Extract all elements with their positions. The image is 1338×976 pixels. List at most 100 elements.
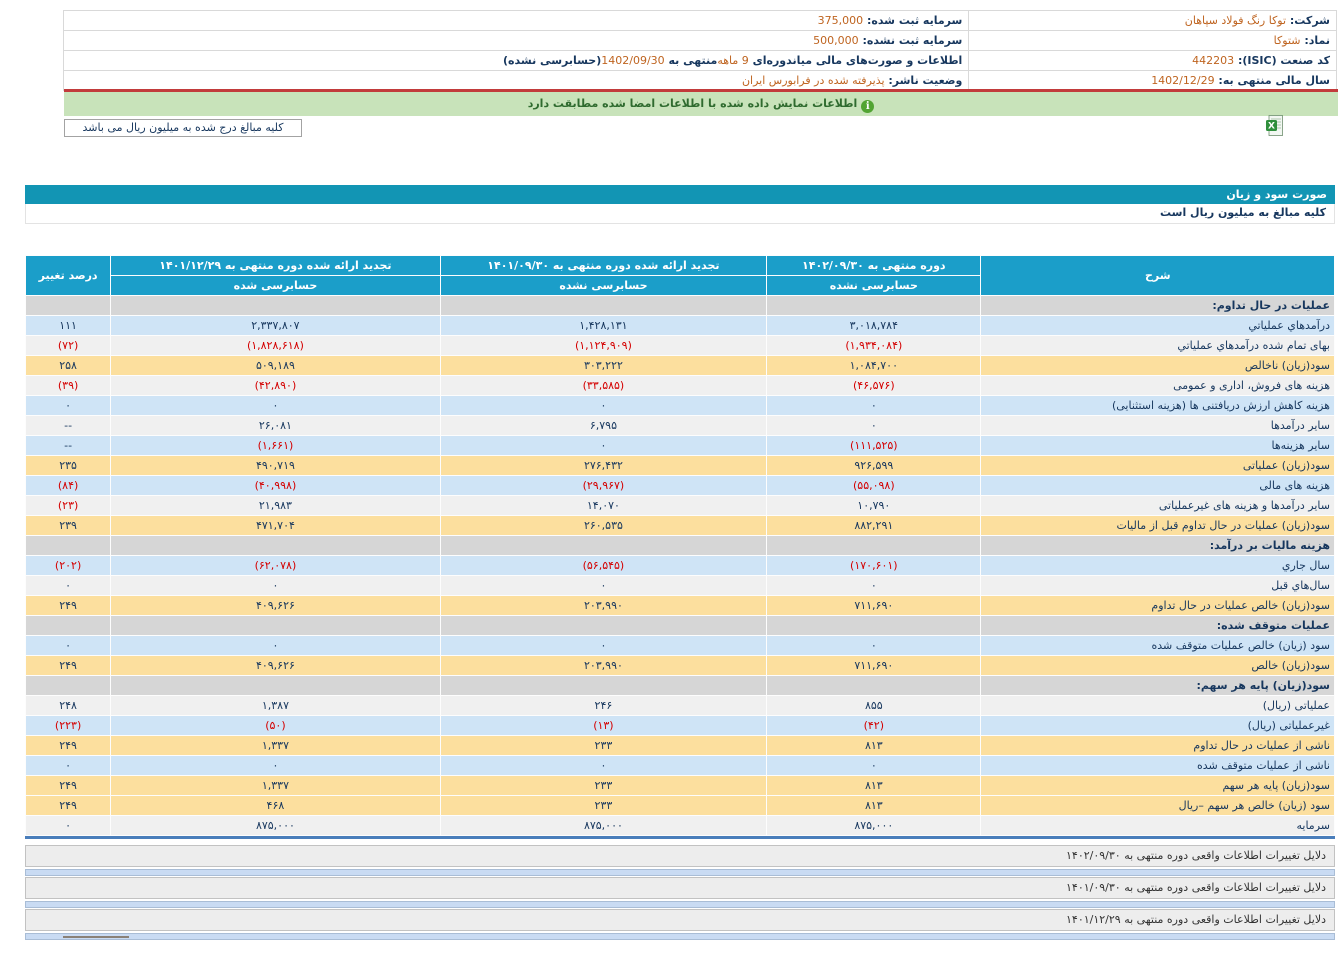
value-cell: ۷۱۱,۶۹۰: [767, 596, 981, 615]
value-cell: (۱۱۱,۵۲۵): [767, 436, 981, 455]
footer-link-row[interactable]: دلایل تغییرات اطلاعات واقعی دوره منتهی ب…: [25, 877, 1335, 899]
footer-link-group: دلایل تغییرات اطلاعات واقعی دوره منتهی ب…: [25, 909, 1335, 940]
table-row: سود(زیان) عملیاتی ۹۲۶,۵۹۹ ۲۷۶,۴۳۲ ۴۹۰,۷۱۹ ۲۳…: [26, 456, 1334, 475]
signed-info-text: اطلاعات نمایش داده شده با اطلاعات امضا ش…: [527, 97, 858, 110]
value-cell: ۸۱۳: [767, 796, 981, 815]
cell-value: ۰: [870, 759, 877, 772]
cell-value: (۵۵,۰۹۸): [853, 479, 895, 492]
value-cell: ۴۹۰,۷۱۹: [111, 456, 440, 475]
table-row: بهای تمام شده درآمدهاي عملياتي (۱,۹۳۴,۰۸۴…: [26, 336, 1334, 355]
row-description: درآمدهاي عملياتي: [981, 316, 1334, 335]
info-label: شرکت:: [1286, 14, 1330, 27]
audit-status-prior-interim: حسابرسی نشده: [440, 276, 767, 295]
value-cell: ۴۷۱,۷۰۴: [111, 516, 440, 535]
value-cell: ۲۳۳: [440, 736, 767, 755]
table-row: سود(زیان) خالص ۷۱۱,۶۹۰ ۲۰۳,۹۹۰ ۴۰۹,۶۲۶ ۲۴۹: [26, 656, 1334, 675]
income-statement-table: شرح دوره منتهی به ۱۴۰۲/۰۹/۳۰ تجدید ارائه…: [25, 255, 1335, 836]
cell-value: ۶,۷۹۵: [589, 419, 617, 432]
value-cell: ۶,۷۹۵: [440, 416, 767, 435]
cell-value: ۱,۰۸۴,۷۰۰: [849, 359, 898, 372]
row-description: عملیات متوقف شده:: [981, 616, 1334, 635]
table-row: سال‌هاي قبل ۰ ۰ ۰ ۰: [26, 576, 1334, 595]
row-description: سود(زیان) ناخالص: [981, 356, 1334, 375]
value-cell: [767, 616, 981, 635]
row-description: سود(زیان) عملیات در حال تداوم قبل از مال…: [981, 516, 1334, 535]
value-cell: ۴۶۸: [111, 796, 440, 815]
value-cell: (۵۰): [111, 716, 440, 735]
value-cell: (۵۵,۰۹۸): [767, 476, 981, 495]
value-cell: (۴۰,۹۹۸): [111, 476, 440, 495]
table-row: عملیاتی (ریال) ۸۵۵ ۲۴۶ ۱,۳۸۷ ۲۴۸: [26, 696, 1334, 715]
value-cell: [440, 676, 767, 695]
cell-value: ۳,۰۱۸,۷۸۴: [849, 319, 898, 332]
value-cell: ۰: [440, 756, 767, 775]
table-row: سایر هزینه‌ها (۱۱۱,۵۲۵) ۰ (۱,۶۶۱) --: [26, 436, 1334, 455]
change-percent-cell: ۲۴۹: [26, 656, 111, 675]
cell-value: (۶۲,۰۷۸): [254, 559, 297, 572]
info-icon: i: [861, 100, 875, 113]
cell-value: ۴۹۰,۷۱۹: [255, 459, 295, 472]
cell-value: (۸۴): [57, 479, 79, 492]
value-cell: ۰: [767, 636, 981, 655]
cell-value: (۳۳,۵۸۵): [582, 379, 625, 392]
change-percent-cell: [26, 296, 111, 315]
value-cell: ۸۷۵,۰۰۰: [767, 816, 981, 835]
cell-value: ۰: [272, 639, 279, 652]
cell-value: ۲۳۳: [594, 779, 613, 792]
info-value: 442203: [1192, 54, 1235, 67]
excel-export-icon[interactable]: X: [1266, 115, 1283, 136]
col-header-period-current: دوره منتهی به ۱۴۰۲/۰۹/۳۰: [767, 256, 981, 275]
cell-value: (۴۲): [863, 719, 885, 732]
value-cell: ۱,۳۸۷: [111, 696, 440, 715]
value-cell: [767, 296, 981, 315]
table-row: سود(زیان) عملیات در حال تداوم قبل از مال…: [26, 516, 1334, 535]
value-cell: ۱,۴۲۸,۱۳۱: [440, 316, 767, 335]
change-percent-cell: (۷۲): [26, 336, 111, 355]
cell-value: ۸۱۳: [864, 779, 883, 792]
footer-strip: [25, 933, 1335, 940]
col-header-description: شرح: [981, 256, 1334, 295]
table-row: سود(زیان) ناخالص ۱,۰۸۴,۷۰۰ ۳۰۳,۲۲۲ ۵۰۹,۱۸۹ ۲…: [26, 356, 1334, 375]
change-percent-cell: (۸۴): [26, 476, 111, 495]
footer-link-row[interactable]: دلایل تغییرات اطلاعات واقعی دوره منتهی ب…: [25, 845, 1335, 867]
svg-text:X: X: [1268, 122, 1275, 132]
row-description: غیرعملیاتی (ریال): [981, 716, 1334, 735]
change-percent-cell: ۲۴۹: [26, 736, 111, 755]
company-info-table: شرکت: توکا رنگ فولاد سپاهان سرمایه ثبت شد…: [62, 10, 1337, 91]
value-cell: (۱,۱۲۴,۹۰۹): [440, 336, 767, 355]
info-value: 9 ماهه: [717, 54, 749, 67]
cell-value: --: [64, 419, 73, 432]
value-cell: ۰: [111, 756, 440, 775]
cell-value: ۲۴۸: [59, 699, 77, 712]
footer-link-row[interactable]: دلایل تغییرات اطلاعات واقعی دوره منتهی ب…: [25, 909, 1335, 931]
table-row: سایر درآمدها ۰ ۶,۷۹۵ ۲۶,۰۸۱ --: [26, 416, 1334, 435]
row-description: هزینه مالیات بر درآمد:: [981, 536, 1334, 555]
cell-value: (۱,۶۶۱): [257, 439, 294, 452]
cell-value: ۰: [600, 639, 607, 652]
audit-status-prior-year: حسابرسی شده: [111, 276, 440, 295]
cell-value: (۱۱۱,۵۲۵): [850, 439, 898, 452]
table-row: سایر درآمدها و هزینه های غیرعملیاتی ۱۰,۷۹…: [26, 496, 1334, 515]
value-cell: ۰: [440, 636, 767, 655]
income-statement-table-wrap: شرح دوره منتهی به ۱۴۰۲/۰۹/۳۰ تجدید ارائه…: [25, 255, 1335, 839]
cell-value: ۳۰۳,۲۲۲: [583, 359, 623, 372]
cell-value: ۸۱۳: [864, 739, 883, 752]
value-cell: ۰: [111, 636, 440, 655]
cell-value: ۰: [65, 819, 72, 832]
row-description: عملیاتی (ریال): [981, 696, 1334, 715]
cell-value: (۴۶,۵۷۶): [853, 379, 895, 392]
cell-value: ۰: [272, 579, 279, 592]
cell-value: ۱۱۱: [59, 319, 77, 332]
amounts-unit-note-box[interactable]: کلیه مبالغ درج شده به میلیون ریال می باش…: [64, 119, 302, 137]
cell-value: ۲۴۹: [59, 779, 77, 792]
row-description: سرمایه: [981, 816, 1334, 835]
cell-value: ۸۷۵,۰۰۰: [854, 819, 894, 832]
row-description: ناشی از عملیات در حال تداوم: [981, 736, 1334, 755]
cell-value: ۸۱۳: [864, 799, 883, 812]
value-cell: ۲۷۶,۴۳۲: [440, 456, 767, 475]
cell-value: ۰: [272, 759, 279, 772]
col-header-change-percent: درصد تغییر: [26, 256, 111, 295]
value-cell: [111, 676, 440, 695]
change-percent-cell: (۲۳): [26, 496, 111, 515]
change-percent-cell: --: [26, 436, 111, 455]
